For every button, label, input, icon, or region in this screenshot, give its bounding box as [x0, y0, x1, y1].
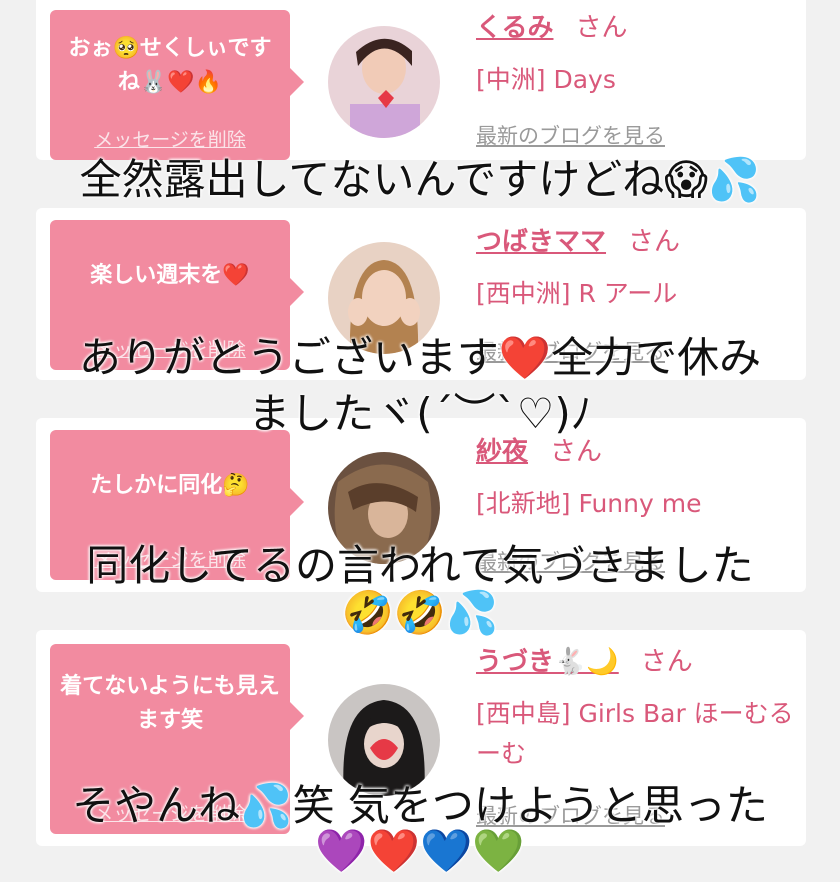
user-info: 紗夜 さん [北新地] Funny me [476, 436, 796, 524]
caption-overlay: ありがとうございます❤️全力で休み [78, 333, 762, 382]
caption-overlay: ましたヾ(´︶`♡)ﾉ [248, 389, 592, 438]
user-name-link[interactable]: 紗夜 [476, 437, 528, 467]
shop-label: [中洲] Days [476, 65, 616, 94]
message-text: 楽しい週末を❤️ [90, 262, 250, 288]
honorific: さん [575, 13, 628, 43]
honorific: さん [628, 227, 681, 257]
caption-overlay: 同化してるの言われて気づきました [86, 541, 754, 590]
message-text: たしかに同化🤔 [90, 472, 250, 498]
user-info: つばきママ さん [西中洲] R アール [476, 226, 796, 314]
message-card: おぉ🥺せくしぃですね🐰❤️🔥 メッセージを削除 くるみ さん [中洲] Days … [36, 0, 806, 160]
caption-overlay: 🤣🤣💦 [341, 588, 499, 637]
honorific: さん [640, 647, 693, 677]
user-name-link[interactable]: うづき🐇🌙 [476, 647, 619, 677]
avatar[interactable] [328, 26, 440, 138]
shop-label: [北新地] Funny me [476, 489, 702, 518]
message-bubble: おぉ🥺せくしぃですね🐰❤️🔥 メッセージを削除 [50, 10, 304, 160]
message-text: 着てないようにも見えます笑 [60, 673, 280, 733]
caption-overlay: 💜❤️💙💚 [315, 826, 525, 875]
caption-overlay: そやんね💦笑 気をつけようと思った [72, 781, 768, 830]
shop-label: [西中洲] R アール [476, 279, 678, 308]
shop-label: [西中島] Girls Bar ほーむるーむ [476, 699, 794, 768]
user-info: くるみ さん [中洲] Days [476, 12, 796, 100]
caption-overlay: 全然露出してないんですけどね😱💦 [79, 155, 761, 204]
user-info: うづき🐇🌙 さん [西中島] Girls Bar ほーむるーむ [476, 646, 796, 774]
user-name-link[interactable]: くるみ [476, 13, 553, 43]
honorific: さん [550, 437, 603, 467]
user-name-link[interactable]: つばきママ [476, 227, 606, 257]
message-text: おぉ🥺せくしぃですね🐰❤️🔥 [68, 35, 272, 95]
